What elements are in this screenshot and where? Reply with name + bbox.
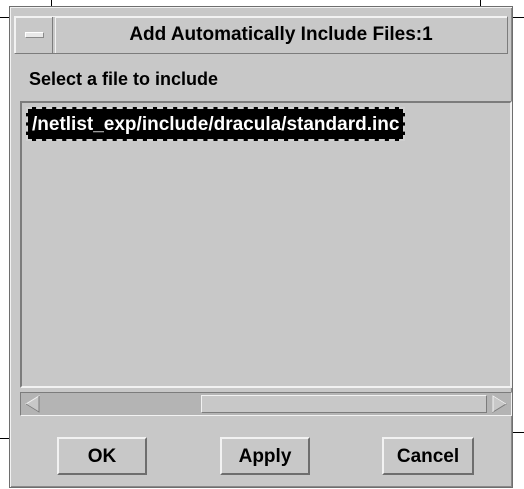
file-prompt-label: Select a file to include <box>29 69 219 89</box>
ok-button[interactable]: OK <box>57 437 147 475</box>
dialog-window: Add Automatically Include Files:1 Select… <box>9 6 513 488</box>
background-line <box>0 17 9 18</box>
scroll-left-button[interactable] <box>23 395 43 413</box>
background-line <box>0 438 9 439</box>
list-item-selected[interactable]: /netlist_exp/include/dracula/standard.in… <box>26 107 406 141</box>
background-line <box>513 432 524 433</box>
file-list[interactable]: /netlist_exp/include/dracula/standard.in… <box>20 101 512 388</box>
scroll-thumb[interactable] <box>201 395 487 413</box>
title-bar[interactable]: Add Automatically Include Files:1 <box>14 16 508 54</box>
horizontal-scrollbar[interactable] <box>20 392 512 416</box>
arrow-right-icon <box>492 395 507 413</box>
cancel-button[interactable]: Cancel <box>382 437 474 475</box>
apply-button[interactable]: Apply <box>220 437 310 475</box>
window-menu-icon <box>25 32 44 38</box>
window-title: Add Automatically Include Files:1 <box>55 17 507 53</box>
scroll-right-button[interactable] <box>489 395 509 413</box>
window-menu-button[interactable] <box>15 17 53 53</box>
background-line <box>513 17 524 18</box>
arrow-left-icon <box>25 395 40 413</box>
